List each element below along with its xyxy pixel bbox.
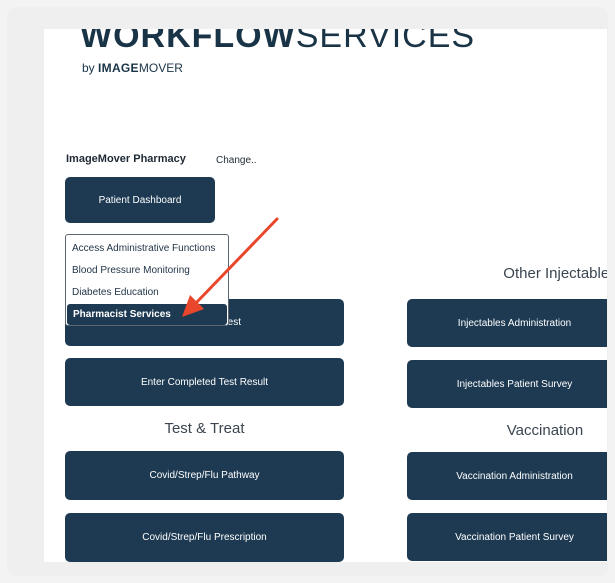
annotation-arrow-icon bbox=[182, 217, 279, 317]
workflow-page: WORKFLOWSERVICES by IMAGEMOVER ImageMove… bbox=[44, 29, 607, 562]
screenshot-frame: WORKFLOWSERVICES by IMAGEMOVER ImageMove… bbox=[7, 7, 608, 576]
